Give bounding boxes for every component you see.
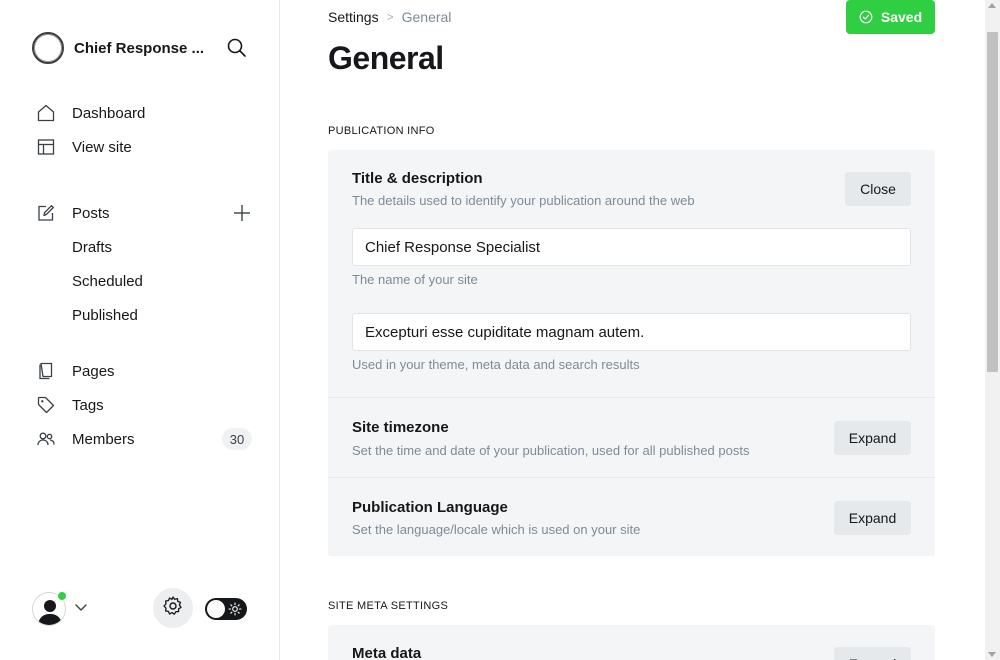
nav-dashboard[interactable]: Dashboard: [36, 96, 256, 130]
section-site-meta: SITE META SETTINGS: [328, 600, 449, 612]
edit-icon: [36, 203, 56, 223]
nav-members[interactable]: Members 30: [36, 422, 256, 456]
nav-dashboard-label: Dashboard: [72, 104, 146, 122]
site-nav: Pages Tags Members 30: [36, 354, 256, 456]
title-description-desc: The details used to identify your public…: [352, 193, 695, 208]
breadcrumb-settings[interactable]: Settings: [328, 9, 379, 25]
site-name: Chief Response ...: [74, 39, 205, 57]
language-expand-button[interactable]: Expand: [834, 501, 911, 535]
publication-info-group: Title & description The details used to …: [328, 150, 935, 556]
search-icon[interactable]: [226, 37, 248, 59]
nav-posts[interactable]: Posts: [36, 196, 256, 230]
scroll-up-arrow[interactable]: [988, 3, 996, 8]
site-title-hint: The name of your site: [352, 272, 478, 287]
timezone-title: Site timezone: [352, 419, 449, 436]
language-desc: Set the language/locale which is used on…: [352, 522, 641, 537]
dark-mode-toggle[interactable]: [205, 598, 247, 620]
nav-drafts[interactable]: Drafts: [36, 230, 256, 264]
site-description-input[interactable]: [352, 313, 911, 351]
nav-published-label: Published: [72, 306, 138, 324]
site-description-hint: Used in your theme, meta data and search…: [352, 357, 640, 372]
toggle-knob: [207, 600, 225, 618]
language-title: Publication Language: [352, 499, 508, 516]
layout-icon: [36, 137, 56, 157]
scroll-thumb[interactable]: [987, 32, 998, 372]
nav-scheduled-label: Scheduled: [72, 272, 143, 290]
title-description-title: Title & description: [352, 170, 483, 187]
scroll-down-arrow[interactable]: [988, 652, 996, 657]
home-icon: [36, 103, 56, 123]
section-publication-info: PUBLICATION INFO: [328, 125, 435, 137]
site-logo: [32, 32, 64, 64]
plus-icon[interactable]: [232, 203, 252, 223]
site-meta-group: Meta data Expand: [328, 625, 935, 660]
chevron-down-icon[interactable]: [74, 600, 88, 614]
nav-scheduled[interactable]: Scheduled: [36, 264, 256, 298]
settings-main: Settings > General Saved General PUBLICA…: [280, 0, 985, 660]
nav-view-site-label: View site: [72, 138, 132, 156]
meta-data-expand-button[interactable]: Expand: [834, 647, 911, 660]
saved-button[interactable]: Saved: [846, 0, 935, 34]
nav-tags-label: Tags: [72, 396, 104, 414]
sidebar: Chief Response ... Dashboard View site P…: [0, 0, 280, 660]
nav-pages-label: Pages: [72, 362, 115, 380]
content-nav: Posts Drafts Scheduled Published: [36, 196, 256, 332]
gear-icon: [162, 595, 184, 622]
breadcrumb-general: General: [401, 9, 452, 25]
site-title-input[interactable]: [352, 228, 911, 266]
members-icon: [36, 429, 56, 449]
nav-pages[interactable]: Pages: [36, 354, 256, 388]
sidebar-footer: [32, 588, 252, 628]
nav-posts-label: Posts: [72, 204, 110, 222]
saved-button-label: Saved: [880, 9, 923, 25]
title-description-row: Title & description The details used to …: [328, 150, 935, 398]
timezone-desc: Set the time and date of your publicatio…: [352, 443, 750, 458]
sun-icon: [228, 602, 242, 616]
tag-icon: [36, 395, 56, 415]
breadcrumb: Settings > General: [328, 9, 451, 25]
online-status-dot: [57, 591, 67, 601]
breadcrumb-separator: >: [386, 10, 394, 24]
meta-data-title: Meta data: [352, 645, 422, 660]
page-icon: [36, 361, 56, 381]
nav-view-site[interactable]: View site: [36, 130, 256, 164]
nav-published[interactable]: Published: [36, 298, 256, 332]
site-brand[interactable]: Chief Response ...: [32, 32, 204, 64]
timezone-row[interactable]: Site timezone Set the time and date of y…: [328, 398, 935, 478]
timezone-expand-button[interactable]: Expand: [834, 421, 911, 455]
nav-members-label: Members: [72, 430, 135, 448]
language-row[interactable]: Publication Language Set the language/lo…: [328, 478, 935, 556]
check-circle-icon: [859, 10, 873, 24]
primary-nav: Dashboard View site: [36, 96, 256, 164]
members-count-badge: 30: [222, 428, 252, 450]
close-button[interactable]: Close: [845, 172, 911, 206]
page-title: General: [328, 40, 444, 76]
meta-data-row[interactable]: Meta data Expand: [328, 625, 935, 660]
nav-drafts-label: Drafts: [72, 238, 113, 256]
settings-button[interactable]: [153, 588, 193, 628]
page-scrollbar[interactable]: [985, 0, 1000, 660]
nav-tags[interactable]: Tags: [36, 388, 256, 422]
